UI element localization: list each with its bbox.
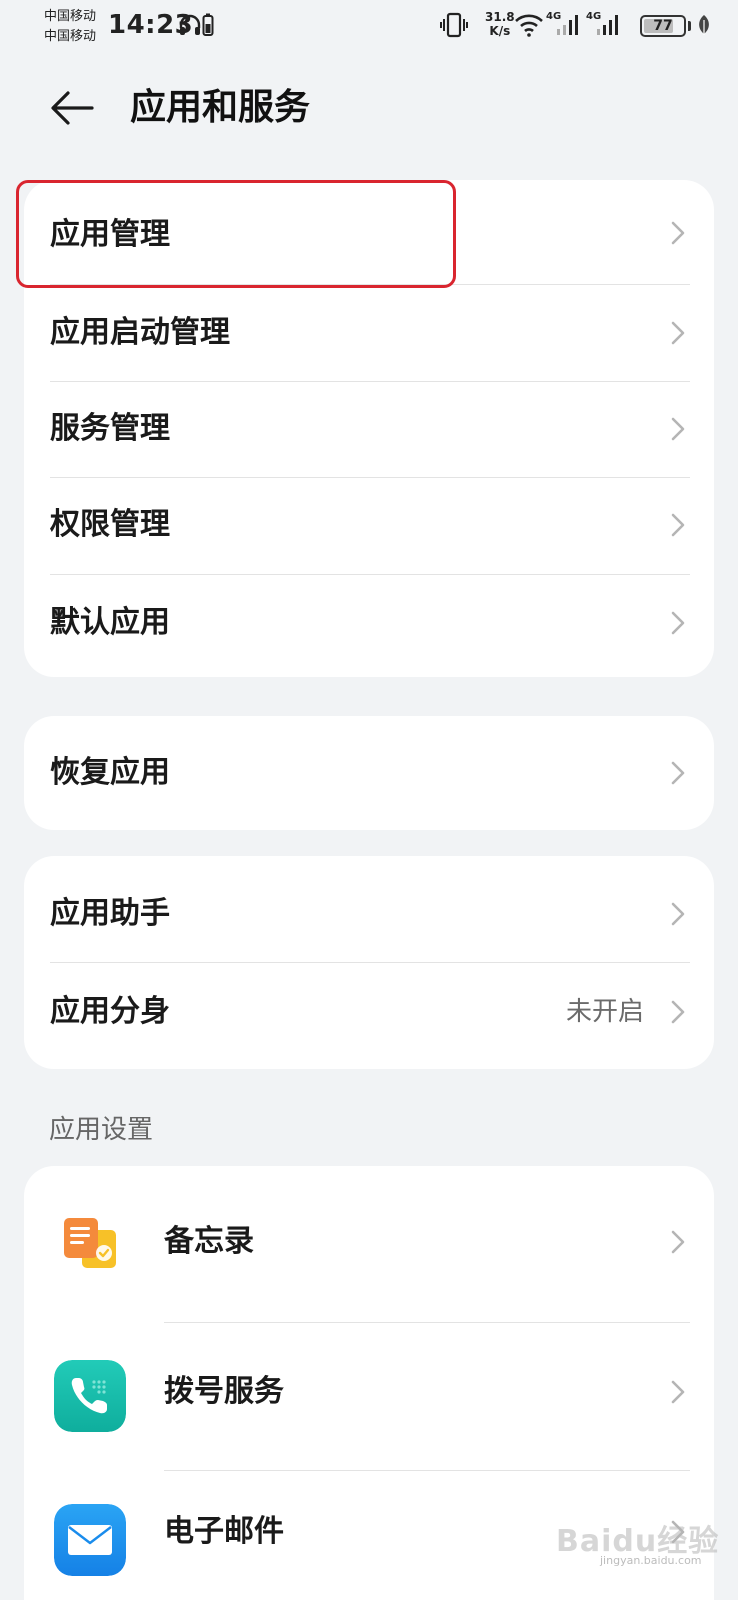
network-speed-unit: K/s bbox=[489, 24, 511, 38]
status-bar: 中国移动 中国移动 14:23 31.8 K/s 4G 4G 77 bbox=[0, 0, 738, 56]
row-label: 电子邮件 bbox=[164, 1514, 284, 1549]
row-app-twin[interactable]: 应用分身 未开启 bbox=[24, 962, 714, 1069]
battery-nub bbox=[688, 21, 691, 31]
chevron-right-icon bbox=[671, 761, 685, 785]
signal-icon bbox=[557, 15, 578, 35]
settings-card-restore: 恢复应用 bbox=[24, 716, 714, 830]
battery-icon: 77 bbox=[640, 15, 686, 37]
chevron-right-icon bbox=[671, 417, 685, 441]
phone-app-icon bbox=[54, 1360, 126, 1432]
chevron-right-icon bbox=[671, 1380, 685, 1404]
watermark-url: jingyan.baidu.com bbox=[600, 1554, 702, 1567]
chevron-right-icon bbox=[671, 513, 685, 537]
back-arrow-icon bbox=[51, 91, 94, 125]
row-label: 拨号服务 bbox=[164, 1374, 284, 1409]
row-app-launch-management[interactable]: 应用启动管理 bbox=[24, 284, 714, 381]
row-label: 服务管理 bbox=[50, 411, 170, 446]
row-label: 应用助手 bbox=[50, 896, 170, 931]
row-label: 默认应用 bbox=[50, 605, 170, 640]
network-speed: 31.8 K/s bbox=[485, 10, 515, 38]
wifi-icon bbox=[515, 14, 543, 37]
row-default-apps[interactable]: 默认应用 bbox=[24, 574, 714, 677]
row-label: 应用分身 bbox=[50, 994, 170, 1029]
memo-app-icon bbox=[64, 1218, 116, 1268]
vibrate-icon bbox=[440, 12, 468, 38]
row-service-management[interactable]: 服务管理 bbox=[24, 381, 714, 477]
network-speed-value: 31.8 bbox=[485, 10, 515, 24]
chevron-right-icon bbox=[671, 902, 685, 926]
chevron-right-icon bbox=[671, 1230, 685, 1254]
carrier-info: 中国移动 中国移动 bbox=[44, 7, 96, 47]
phone-battery-icon bbox=[202, 13, 214, 36]
row-app-management[interactable]: 应用管理 bbox=[24, 180, 714, 284]
chevron-right-icon bbox=[671, 1000, 685, 1024]
signal-icon bbox=[597, 15, 618, 35]
leaf-icon bbox=[699, 15, 709, 35]
carrier-1: 中国移动 bbox=[44, 9, 97, 24]
page-title: 应用和服务 bbox=[130, 87, 311, 128]
chevron-right-icon bbox=[671, 611, 685, 635]
row-dialer-service[interactable]: 拨号服务 bbox=[24, 1322, 714, 1470]
row-label: 权限管理 bbox=[50, 507, 170, 542]
chevron-right-icon bbox=[671, 321, 685, 345]
app-twin-status: 未开启 bbox=[565, 997, 644, 1027]
row-label: 应用启动管理 bbox=[50, 315, 230, 350]
section-title-app-settings: 应用设置 bbox=[49, 1115, 154, 1145]
row-memo[interactable]: 备忘录 bbox=[24, 1166, 714, 1322]
row-label: 应用管理 bbox=[50, 217, 170, 252]
carrier-2: 中国移动 bbox=[44, 29, 97, 44]
row-app-assistant[interactable]: 应用助手 bbox=[24, 856, 714, 962]
row-restore-apps[interactable]: 恢复应用 bbox=[24, 716, 714, 830]
settings-card-apps: 应用管理 应用启动管理 服务管理 权限管理 默认应用 bbox=[24, 180, 714, 677]
email-app-icon bbox=[54, 1504, 126, 1576]
row-label: 恢复应用 bbox=[50, 755, 170, 790]
battery-percent: 77 bbox=[653, 18, 673, 34]
row-label: 备忘录 bbox=[164, 1224, 254, 1259]
back-button[interactable] bbox=[46, 82, 98, 134]
headphones-icon bbox=[179, 14, 201, 35]
chevron-right-icon bbox=[671, 221, 685, 245]
settings-card-assistant: 应用助手 应用分身 未开启 bbox=[24, 856, 714, 1069]
row-permission-management[interactable]: 权限管理 bbox=[24, 477, 714, 574]
